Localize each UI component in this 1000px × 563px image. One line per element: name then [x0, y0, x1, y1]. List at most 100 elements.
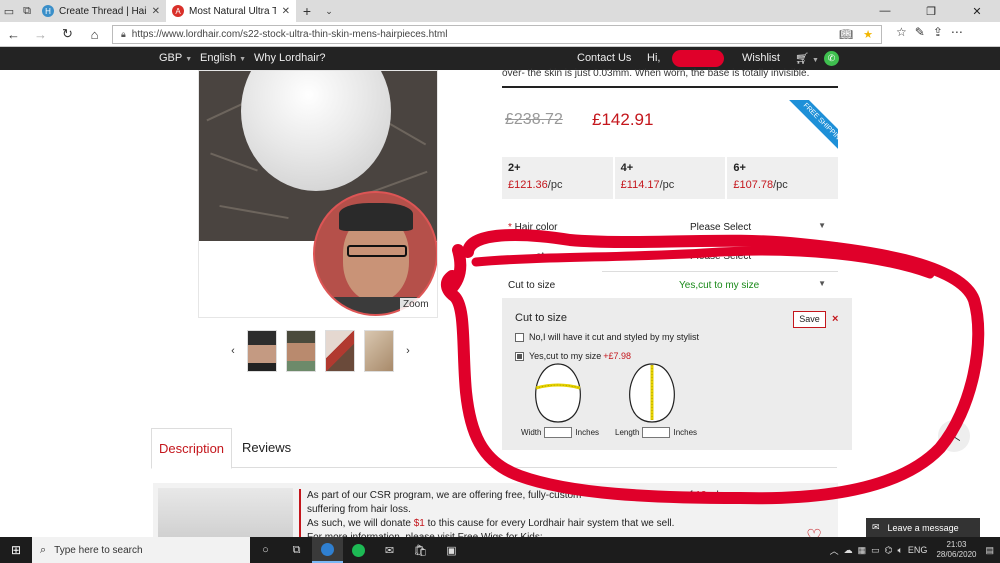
csr-image — [158, 488, 293, 540]
tier-unit: /pc — [773, 179, 788, 191]
clock-time: 21:03 — [946, 540, 967, 549]
home-icon[interactable]: ⌂ — [81, 27, 108, 42]
leave-message-button[interactable]: ✉ Leave a message — [866, 518, 980, 537]
second-option[interactable]: at Please Select ▼ — [502, 244, 838, 272]
spotify-icon[interactable] — [343, 537, 374, 563]
option-extra-price: +£7.98 — [603, 351, 631, 361]
why-lordhair-link[interactable]: Why Lordhair? — [254, 52, 326, 64]
currency-label: GBP — [159, 52, 183, 64]
close-tab-icon[interactable]: ✕ — [282, 6, 290, 17]
option-value: Yes,cut to my size — [679, 280, 760, 291]
close-tab-icon[interactable]: ✕ — [152, 6, 160, 17]
onedrive-icon[interactable]: ☁ — [844, 545, 853, 556]
search-placeholder: Type here to search — [54, 544, 143, 556]
user-greeting[interactable]: Hi, — [647, 52, 660, 64]
whatsapp-icon[interactable]: ✆ — [824, 51, 839, 66]
clock-date: 28/06/2020 — [936, 550, 977, 559]
redacted-username — [672, 50, 724, 67]
tab-actions-icon[interactable]: ▭ — [0, 0, 18, 22]
back-icon[interactable]: ← — [0, 27, 27, 42]
network-icon[interactable]: ⌬ — [885, 545, 893, 556]
save-button[interactable]: Save — [793, 311, 826, 328]
checkbox-checked[interactable] — [515, 351, 524, 361]
thumbnail-1[interactable] — [247, 330, 277, 372]
edge-browser-icon[interactable] — [312, 537, 343, 563]
refresh-icon[interactable]: ↻ — [54, 26, 81, 42]
forward-icon[interactable]: → — [27, 27, 54, 42]
browser-address-bar: ← → ↻ ⌂ 🔒︎ https://www.lordhair.com/s22-… — [0, 22, 1000, 47]
thumbnail-3[interactable] — [325, 330, 355, 372]
zoom-label[interactable]: Zoom — [400, 298, 432, 311]
tier-unit: /pc — [547, 179, 563, 191]
width-measure-diagram — [535, 363, 581, 423]
battery-icon[interactable]: ▭ — [871, 545, 880, 556]
store-icon[interactable]: 🛍︎ — [405, 537, 436, 563]
wishlist-link[interactable]: Wishlist — [742, 52, 780, 64]
dropdown-arrow-icon: ▼ — [818, 221, 826, 230]
notifications-icon[interactable]: ▤ — [985, 545, 994, 556]
chevron-left-icon[interactable]: ‹ — [228, 345, 238, 357]
scroll-to-top-button[interactable]: ︿ — [938, 420, 970, 452]
contact-us-link[interactable]: Contact Us — [577, 52, 631, 64]
thumbnail-4[interactable] — [364, 330, 394, 372]
set-aside-tabs-icon[interactable]: ⧉ — [18, 0, 36, 22]
option-value: Please Select — [690, 251, 752, 262]
tab-description[interactable]: Description — [151, 428, 233, 469]
mail-icon[interactable]: ✉ — [374, 537, 405, 563]
task-view-icon[interactable]: ⧉ — [281, 537, 312, 563]
product-tabs: Description Reviews — [151, 428, 837, 469]
new-tab-button[interactable]: + — [296, 3, 318, 19]
favorites-icon[interactable]: ☆ — [896, 25, 907, 39]
product-main-image[interactable] — [198, 70, 438, 318]
description-snippet: over- the skin is just 0.03mm. When worn… — [502, 68, 810, 79]
close-icon[interactable]: × — [832, 313, 838, 325]
free-shipping-ribbon: FREE SHIPPING — [786, 100, 838, 152]
option-no-cut[interactable]: No,I will have it cut and styled by my s… — [515, 332, 699, 342]
favorite-star-icon[interactable]: ★ — [863, 28, 873, 41]
cart-icon[interactable]: 🛒︎ ▼ — [795, 52, 819, 65]
language-indicator[interactable]: ENG — [908, 545, 928, 555]
option-label: Cut to size — [508, 280, 556, 291]
thumbnail-2[interactable] — [286, 330, 316, 372]
tray-app-icon[interactable]: ▦ — [858, 545, 867, 556]
tier-price: £121.36 — [508, 179, 548, 191]
hair-color-option[interactable]: * Hair color Please Select ▼ — [502, 215, 838, 243]
csr-line1-c: who are — [709, 490, 745, 501]
photos-icon[interactable]: ▣ — [436, 537, 467, 563]
tab-list-chevron-icon[interactable]: ⌄ — [318, 6, 340, 17]
csr-line1-a: As part of our CSR program, we are offer… — [307, 490, 582, 501]
language-selector[interactable]: English ▼ — [200, 52, 246, 64]
checkbox[interactable] — [515, 332, 524, 342]
tier-price: £107.78 — [733, 179, 774, 191]
thumbnail-strip: ‹ › — [228, 330, 413, 372]
currency-selector[interactable]: GBP ▼ — [159, 52, 192, 64]
csr-line2: suffering from hair loss. — [307, 504, 411, 515]
url-field[interactable]: 🔒︎ https://www.lordhair.com/s22-stock-ul… — [112, 25, 882, 44]
windows-start-icon[interactable]: ⊞ — [0, 543, 32, 557]
clock[interactable]: 21:03 28/06/2020 — [936, 540, 976, 560]
csr-line3-a: As such, we will donate — [307, 518, 411, 529]
reading-view-icon[interactable]: 📖︎ — [839, 28, 853, 41]
minimize-icon[interactable]: — — [862, 5, 908, 18]
tier-price-box: 4+ £114.17/pc — [614, 157, 726, 199]
taskbar-search[interactable]: ⌕ Type here to search — [32, 537, 250, 563]
notes-icon[interactable]: ✎ — [915, 25, 925, 39]
share-icon[interactable]: ⇪ — [933, 25, 943, 39]
maximize-icon[interactable]: ❐ — [908, 5, 954, 18]
cut-to-size-option[interactable]: Cut to size Yes,cut to my size ▼ — [502, 273, 838, 301]
csr-age: 12 — [695, 490, 707, 501]
cortana-icon[interactable]: ○ — [250, 537, 281, 563]
ribbon-label: FREE SHIPPING — [786, 100, 838, 152]
option-yes-cut[interactable]: Yes,cut to my size +£7.98 — [515, 351, 631, 361]
more-icon[interactable]: ⋯ — [951, 25, 963, 39]
tab-reviews[interactable]: Reviews — [235, 428, 298, 468]
volume-icon[interactable]: 🔈︎ — [898, 545, 903, 556]
browser-tab-lordhair[interactable]: A Most Natural Ultra Thin ✕ — [166, 0, 296, 22]
tier-qty: 4+ — [620, 162, 634, 174]
close-window-icon[interactable]: ✕ — [954, 5, 1000, 18]
chevron-right-icon[interactable]: › — [403, 345, 413, 357]
tray-chevron-up-icon[interactable]: ︿ — [830, 544, 839, 557]
browser-tab-hairlosstalk[interactable]: H Create Thread | HairLossTalk ✕ — [36, 0, 166, 22]
option-label: Yes,cut to my size — [529, 351, 602, 361]
system-tray: ︿ ☁ ▦ ▭ ⌬ 🔈︎ ENG 21:03 28/06/2020 ▤ — [830, 540, 1000, 560]
